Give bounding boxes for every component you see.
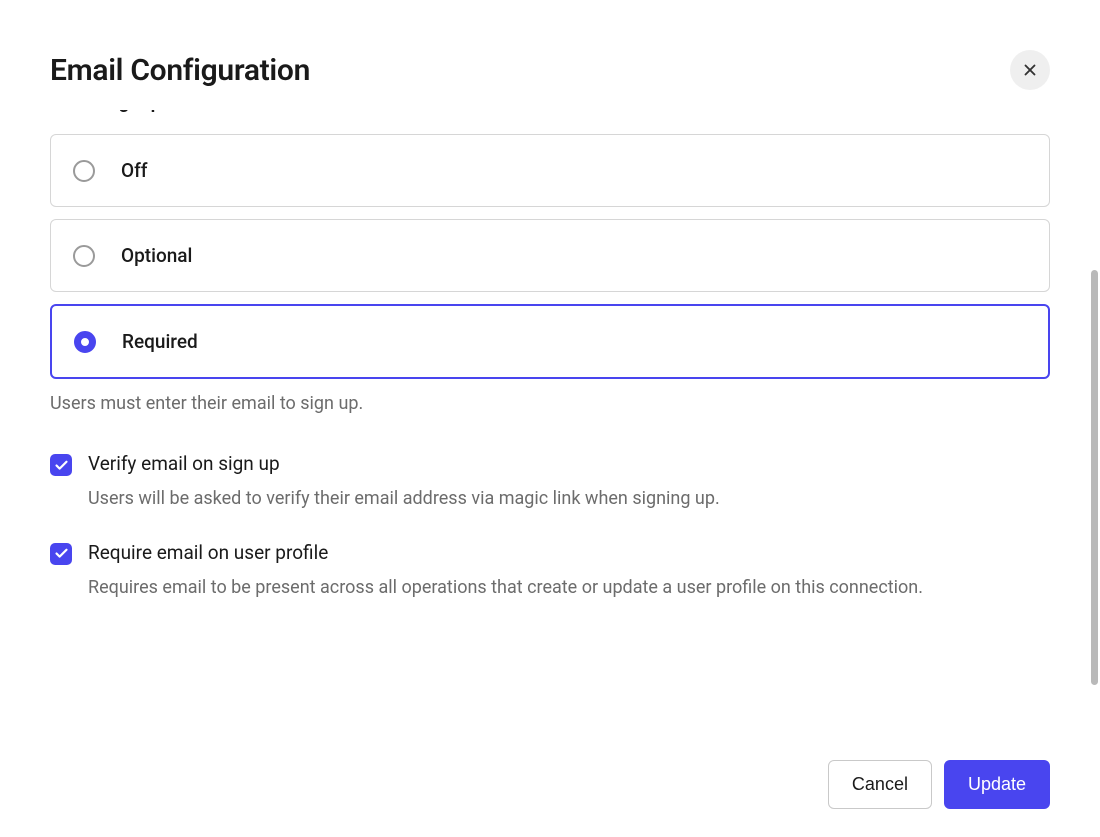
checkbox-content: Verify email on sign up Users will be as… — [88, 452, 1050, 513]
checkbox-content: Require email on user profile Requires e… — [88, 541, 1050, 602]
radio-indicator — [73, 245, 95, 267]
radio-option-required[interactable]: Required — [50, 304, 1050, 379]
dialog-header: Email Configuration — [50, 50, 1050, 90]
scrollbar-thumb[interactable] — [1091, 270, 1098, 685]
radio-option-optional[interactable]: Optional — [50, 219, 1050, 292]
checkbox-label: Verify email on sign up — [88, 452, 1050, 475]
radio-label: Optional — [121, 244, 192, 267]
check-icon — [54, 546, 69, 561]
email-config-dialog: Email Configuration Allow Signup with Em… — [0, 0, 1100, 837]
checkbox-label: Require email on user profile — [88, 541, 1050, 564]
check-icon — [54, 458, 69, 473]
close-icon — [1021, 61, 1039, 79]
cancel-button[interactable]: Cancel — [828, 760, 932, 809]
radio-label: Required — [122, 330, 198, 353]
checkbox-row-verify-email: Verify email on sign up Users will be as… — [50, 452, 1050, 513]
dialog-footer: Cancel Update — [50, 736, 1050, 837]
radio-indicator — [74, 331, 96, 353]
helper-text: Users must enter their email to sign up. — [50, 393, 1050, 414]
checkbox-verify-email[interactable] — [50, 454, 72, 476]
checkbox-description: Requires email to be present across all … — [88, 574, 1050, 602]
dialog-title: Email Configuration — [50, 53, 310, 88]
radio-indicator — [73, 160, 95, 182]
scroll-area[interactable]: Allow Signup with Email Off Optional Req… — [50, 110, 1050, 736]
checkbox-row-require-profile: Require email on user profile Requires e… — [50, 541, 1050, 602]
radio-group-signup-email: Off Optional Required — [50, 134, 1050, 379]
checkbox-require-profile[interactable] — [50, 543, 72, 565]
section-label-allow-signup: Allow Signup with Email — [50, 110, 1050, 114]
radio-label: Off — [121, 159, 148, 182]
close-button[interactable] — [1010, 50, 1050, 90]
radio-option-off[interactable]: Off — [50, 134, 1050, 207]
checkbox-description: Users will be asked to verify their emai… — [88, 485, 1050, 513]
update-button[interactable]: Update — [944, 760, 1050, 809]
